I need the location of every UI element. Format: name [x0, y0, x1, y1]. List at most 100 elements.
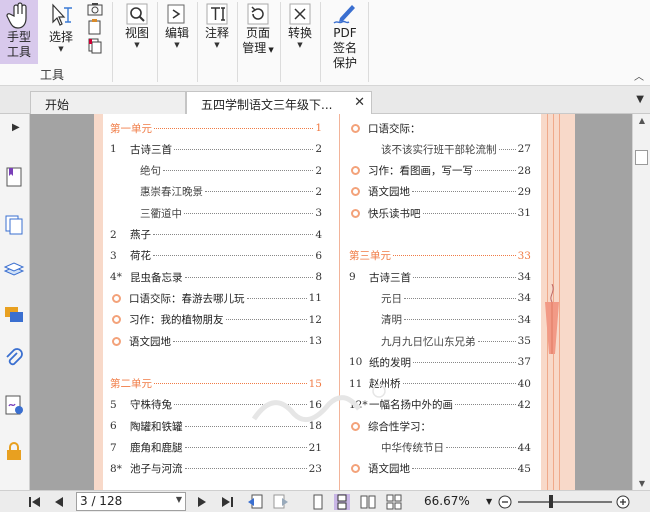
chevron-down-icon[interactable]: ▼: [176, 495, 182, 504]
leaf-bookmark-decoration: [545, 284, 559, 354]
continuous-page-view-icon[interactable]: [334, 494, 350, 510]
toc-leader-dots: [184, 447, 307, 448]
ribbon-separator: [280, 2, 281, 82]
tab-start[interactable]: 开始: [30, 91, 186, 114]
toc-title: 古诗三首: [130, 143, 172, 156]
annotate-button[interactable]: 注释 ▼: [200, 0, 234, 49]
pdf-sign-protect-button[interactable]: PDF 签名 保护: [326, 0, 364, 71]
toc-bullet-icon: [112, 315, 121, 325]
toc-leader-dots: [184, 468, 307, 470]
toc-entry: 该不该实行班干部轮流制 27: [349, 139, 531, 159]
zoom-slider-thumb[interactable]: [548, 495, 553, 508]
expand-panel-icon[interactable]: ▶: [12, 122, 20, 133]
document-copy-icon[interactable]: [86, 37, 104, 55]
continuous-facing-view-icon[interactable]: [386, 494, 402, 510]
convert-button[interactable]: 转换 ▼: [283, 0, 317, 49]
layers-icon[interactable]: [3, 258, 25, 280]
tab-list-menu-icon[interactable]: ▼: [636, 94, 644, 105]
toc-entry: 语文园地 45: [349, 459, 531, 479]
toc-bullet-icon: [112, 293, 121, 303]
select-button[interactable]: 选择 ▼: [44, 0, 78, 53]
view-button[interactable]: 视图 ▼: [120, 0, 154, 49]
collapse-ribbon-icon[interactable]: ︿: [634, 68, 644, 83]
document-viewer[interactable]: 第一单元 1 1 古诗三首 2 绝句 2 惠崇春江晚景 2 三衢道中 3 2 燕子 4 3 荷花 6 4* 昆虫备忘…: [30, 114, 632, 490]
single-page-view-icon[interactable]: [310, 494, 326, 510]
chevron-down-icon: ▼: [134, 41, 140, 49]
toc-bullet-icon: [351, 123, 360, 133]
zoom-level[interactable]: 66.67%: [424, 494, 470, 508]
zoom-slider[interactable]: [518, 501, 612, 503]
close-icon[interactable]: ✕: [354, 95, 365, 110]
facing-pages-view-icon[interactable]: [360, 494, 376, 510]
toc-unit-heading: 第一单元 1: [110, 118, 322, 138]
chevron-down-icon: ▼: [58, 45, 64, 53]
toc-page-number: 37: [517, 356, 531, 369]
previous-view-icon[interactable]: [246, 493, 264, 511]
next-view-icon[interactable]: [272, 493, 290, 511]
zoom-in-icon[interactable]: [616, 495, 630, 509]
edit-button[interactable]: 编辑 ▼: [160, 0, 194, 49]
toc-number: 9: [349, 271, 356, 284]
last-page-icon[interactable]: [220, 495, 234, 509]
pages-thumbnail-icon[interactable]: [3, 214, 25, 236]
comments-icon[interactable]: [3, 304, 25, 326]
toc-number: 6: [110, 420, 117, 433]
toc-bullet-icon: [351, 166, 360, 176]
clipboard-icon[interactable]: [86, 18, 104, 36]
zoom-out-icon[interactable]: [498, 495, 512, 509]
toc-page-number: 3: [315, 207, 322, 220]
toc-entry: 2 燕子 4: [110, 225, 322, 245]
toc-page-number: 42: [517, 398, 531, 411]
toc-bullet-icon: [351, 464, 360, 474]
ribbon-separator: [197, 2, 198, 82]
tab-label: 五四学制语文三年级下...: [201, 98, 333, 112]
next-page-icon[interactable]: [196, 495, 208, 509]
toc-number: 1: [110, 143, 117, 156]
toc-entry: 语文园地 13: [110, 331, 322, 351]
lock-icon[interactable]: [3, 440, 25, 462]
toc-leader-dots: [163, 170, 314, 172]
convert-icon: [289, 3, 311, 25]
hand-tool-button[interactable]: 手型 工具: [0, 0, 38, 64]
toc-leader-dots: [174, 148, 314, 150]
toc-page-number: 2: [315, 164, 322, 177]
view-label: 视图: [124, 26, 149, 40]
signature-panel-icon[interactable]: [3, 394, 25, 416]
toc-title: 习作：看图画，写一写: [368, 165, 473, 178]
toc-page-number: 34: [517, 271, 531, 284]
tab-document[interactable]: 五四学制语文三年级下... ✕: [186, 91, 372, 115]
scroll-thumb[interactable]: [635, 150, 648, 165]
first-page-icon[interactable]: [28, 495, 42, 509]
toc-title: 九月九日忆山东兄弟: [381, 335, 476, 348]
convert-label: 转换: [287, 26, 312, 40]
signature-pen-icon: [333, 5, 355, 24]
bookmark-icon[interactable]: [3, 166, 25, 188]
page-manage-button[interactable]: 页面 管理 ▼: [239, 0, 277, 58]
toc-number: 7: [110, 441, 117, 454]
toc-leader-dots: [205, 191, 314, 193]
attachment-icon[interactable]: [3, 348, 25, 370]
camera-icon[interactable]: [86, 1, 104, 17]
toc-unit-heading: 第三单元 33: [349, 246, 531, 266]
toc-page-number: 40: [517, 377, 531, 390]
toc-page-number: 29: [517, 185, 531, 198]
toc-leader-dots: [475, 170, 516, 172]
toc-title: 荷花: [130, 250, 151, 263]
toc-title: 纸的发明: [369, 356, 411, 369]
scroll-down-icon[interactable]: ▼: [636, 479, 648, 488]
tools-group-label: 工具: [40, 68, 65, 82]
scroll-up-icon[interactable]: ▲: [636, 116, 648, 125]
previous-page-icon[interactable]: [53, 495, 65, 509]
vertical-scrollbar[interactable]: ▲ ▼: [632, 114, 650, 490]
edit-document-icon: [167, 4, 185, 24]
toc-title: 三衢道中: [140, 207, 182, 220]
toc-title: 第二单元: [110, 378, 152, 391]
toc-leader-dots: [477, 340, 516, 342]
toc-leader-dots: [153, 234, 314, 235]
edit-label: 编辑: [164, 26, 189, 40]
toc-title: 陶罐和铁罐: [130, 420, 183, 433]
chevron-down-icon[interactable]: ▼: [486, 497, 492, 506]
page-number-input[interactable]: 3 / 128 ▼: [76, 492, 186, 511]
toc-title: 昆虫备忘录: [130, 271, 183, 284]
toc-leader-dots: [184, 212, 314, 214]
